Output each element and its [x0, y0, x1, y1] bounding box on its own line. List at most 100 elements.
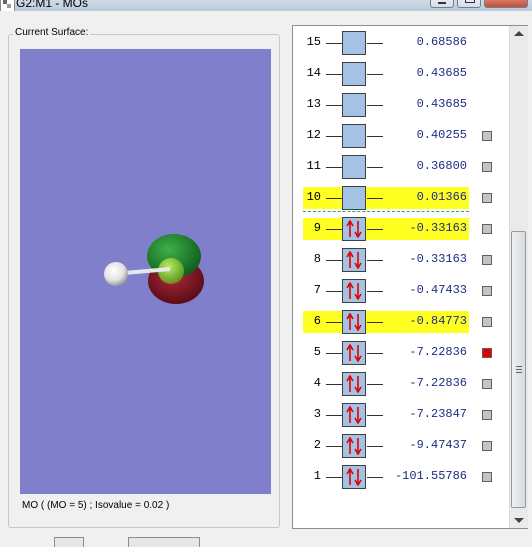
- mo-row-10[interactable]: 10 0.01366: [293, 182, 511, 213]
- energy-level-line: [367, 136, 383, 137]
- surface-status-text: MO ( (MO = 5) ; Isovalue = 0.02 ): [22, 500, 170, 511]
- mo-row-5[interactable]: 5 -7.22836: [293, 337, 511, 368]
- orbital-box[interactable]: [342, 186, 366, 210]
- mo-row-14[interactable]: 14 0.43685: [293, 58, 511, 89]
- mo-energy: 0.43685: [416, 66, 467, 80]
- bottom-button-2[interactable]: [128, 537, 200, 547]
- bottom-button-1[interactable]: [54, 537, 84, 547]
- orbital-box[interactable]: [342, 434, 366, 458]
- mo-row-8[interactable]: 8 -0.33163: [293, 244, 511, 275]
- energy-level-line: [326, 291, 342, 292]
- energy-level-line: [367, 43, 383, 44]
- energy-level-line: [367, 229, 383, 230]
- hydrogen-atom: [104, 262, 128, 286]
- mo-energy: -0.33163: [409, 252, 467, 266]
- scroll-thumb[interactable]: [511, 231, 526, 508]
- energy-level-line: [326, 322, 342, 323]
- mo-energy: -0.47433: [409, 283, 467, 297]
- mo-energy: 0.68586: [416, 35, 467, 49]
- orbital-box[interactable]: [342, 31, 366, 55]
- orbital-box[interactable]: [342, 310, 366, 334]
- mo-row-6[interactable]: 6 -0.84773: [293, 306, 511, 337]
- orbital-box[interactable]: [342, 279, 366, 303]
- mo-row-12[interactable]: 12 0.40255: [293, 120, 511, 151]
- current-surface-label: Current Surface:: [13, 27, 91, 38]
- energy-level-line: [326, 229, 342, 230]
- spin-up-arrow-icon: [346, 251, 354, 268]
- energy-level-line: [326, 477, 342, 478]
- energy-level-line: [367, 167, 383, 168]
- orbital-box[interactable]: [342, 93, 366, 117]
- orbital-box[interactable]: [342, 372, 366, 396]
- surface-select-checkbox[interactable]: [482, 255, 492, 265]
- mo-energy: -101.55786: [394, 469, 467, 483]
- maximize-button[interactable]: [457, 0, 481, 8]
- spin-up-arrow-icon: [346, 375, 354, 392]
- mo-number: 2: [313, 438, 321, 452]
- mo-number: 10: [306, 190, 321, 204]
- energy-level-line: [326, 260, 342, 261]
- energy-level-line: [326, 74, 342, 75]
- mo-row-4[interactable]: 4 -7.22836: [293, 368, 511, 399]
- orbital-box[interactable]: [342, 403, 366, 427]
- spin-down-arrow-icon: [354, 438, 362, 455]
- surface-select-checkbox[interactable]: [482, 286, 492, 296]
- energy-level-line: [367, 260, 383, 261]
- mo-row-9[interactable]: 9 -0.33163: [293, 213, 511, 244]
- orbital-box[interactable]: [342, 341, 366, 365]
- scroll-up-arrow-icon[interactable]: [514, 31, 524, 36]
- mo-energy: -0.84773: [409, 314, 467, 328]
- close-button[interactable]: [484, 0, 528, 8]
- surface-select-checkbox[interactable]: [482, 348, 492, 358]
- surface-select-checkbox[interactable]: [482, 131, 492, 141]
- orbital-box[interactable]: [342, 465, 366, 489]
- orbital-box[interactable]: [342, 62, 366, 86]
- mo-row-13[interactable]: 13 0.43685: [293, 89, 511, 120]
- mo-row-15[interactable]: 15 0.68586: [293, 27, 511, 58]
- energy-level-line: [367, 291, 383, 292]
- spin-down-arrow-icon: [354, 376, 362, 393]
- surface-select-checkbox[interactable]: [482, 162, 492, 172]
- spin-down-arrow-icon: [354, 283, 362, 300]
- mo-row-1[interactable]: 1 -101.55786: [293, 461, 511, 492]
- surface-select-checkbox[interactable]: [482, 224, 492, 234]
- orbital-box[interactable]: [342, 217, 366, 241]
- energy-level-line: [326, 415, 342, 416]
- orbital-box[interactable]: [342, 155, 366, 179]
- mo-number: 6: [313, 314, 321, 328]
- mo-energy-list[interactable]: 15 0.68586 14 0.43685 13 0.43685 12 0.40255 11 0.…: [292, 25, 528, 529]
- surface-select-checkbox[interactable]: [482, 379, 492, 389]
- mo-number: 5: [313, 345, 321, 359]
- mo-row-3[interactable]: 3 -7.23847: [293, 399, 511, 430]
- mo-number: 4: [313, 376, 321, 390]
- orbital-box[interactable]: [342, 124, 366, 148]
- mo-energy: -0.33163: [409, 221, 467, 235]
- orbital-box[interactable]: [342, 248, 366, 272]
- mo-list-scrollbar[interactable]: [509, 26, 528, 528]
- energy-level-line: [367, 446, 383, 447]
- minimize-button[interactable]: [430, 0, 454, 8]
- surface-select-checkbox[interactable]: [482, 193, 492, 203]
- scroll-down-arrow-icon[interactable]: [514, 518, 524, 523]
- window-title: G2:M1 - MOs: [16, 0, 89, 10]
- title-bar: G2:M1 - MOs: [0, 0, 532, 11]
- energy-level-line: [367, 384, 383, 385]
- surface-select-checkbox[interactable]: [482, 410, 492, 420]
- spin-up-arrow-icon: [346, 468, 354, 485]
- molecule-viewer[interactable]: [20, 49, 271, 494]
- surface-select-checkbox[interactable]: [482, 441, 492, 451]
- mo-energy: -7.22836: [409, 345, 467, 359]
- mo-row-2[interactable]: 2 -9.47437: [293, 430, 511, 461]
- mo-energy: 0.36800: [416, 159, 467, 173]
- mo-number: 15: [306, 35, 321, 49]
- surface-select-checkbox[interactable]: [482, 472, 492, 482]
- spin-up-arrow-icon: [346, 437, 354, 454]
- app-icon[interactable]: [0, 0, 15, 11]
- energy-level-line: [326, 384, 342, 385]
- mo-row-7[interactable]: 7 -0.47433: [293, 275, 511, 306]
- energy-level-line: [367, 477, 383, 478]
- surface-select-checkbox[interactable]: [482, 317, 492, 327]
- mo-energy: 0.40255: [416, 128, 467, 142]
- mo-row-11[interactable]: 11 0.36800: [293, 151, 511, 182]
- mo-energy: 0.01366: [416, 190, 467, 204]
